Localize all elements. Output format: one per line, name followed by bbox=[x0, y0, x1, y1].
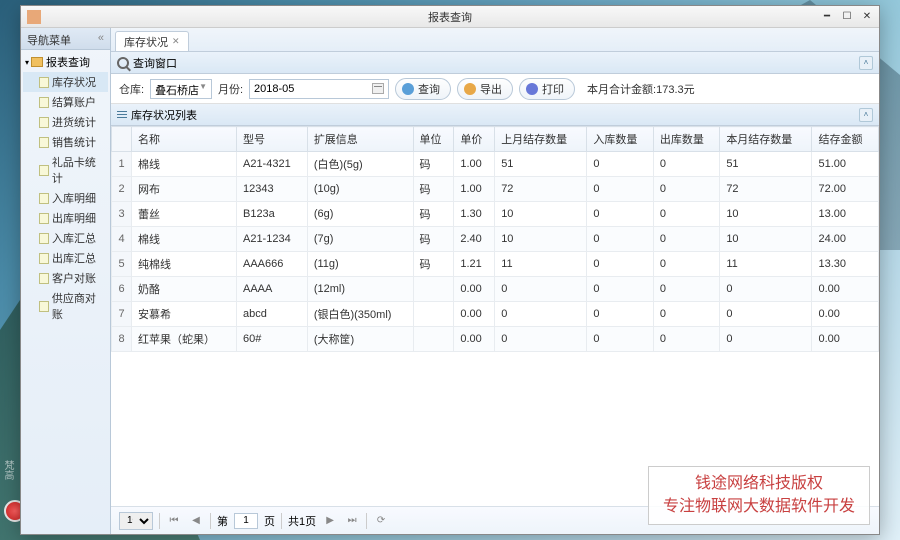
tab-label: 库存状况 bbox=[124, 34, 168, 50]
collapse-button[interactable]: ˄ bbox=[859, 56, 873, 70]
data-grid: 名称型号扩展信息单位单价上月结存数量入库数量出库数量本月结存数量结存金额1棉线A… bbox=[111, 126, 879, 506]
file-icon bbox=[39, 253, 49, 264]
sidebar-item-6[interactable]: 出库明细 bbox=[23, 208, 108, 228]
pager-label-post: 页 bbox=[264, 513, 275, 529]
watermark-line2: 专注物联网大数据软件开发 bbox=[663, 496, 855, 518]
file-icon bbox=[39, 273, 49, 284]
tab-bar: 库存状况 ✕ bbox=[111, 28, 879, 52]
file-icon bbox=[39, 97, 49, 108]
file-icon bbox=[39, 77, 49, 88]
column-header[interactable]: 出库数量 bbox=[653, 127, 719, 152]
print-button[interactable]: 打印 bbox=[519, 78, 575, 100]
titlebar: 报表查询 ━ ☐ ✕ bbox=[21, 6, 879, 28]
window-title: 报表查询 bbox=[428, 9, 472, 25]
pager-next[interactable]: ▶ bbox=[322, 513, 338, 529]
sidebar-item-1[interactable]: 结算账户 bbox=[23, 92, 108, 112]
folder-icon bbox=[31, 57, 43, 67]
pager-refresh[interactable]: ⟳ bbox=[373, 513, 389, 529]
sidebar-item-3[interactable]: 销售统计 bbox=[23, 132, 108, 152]
list-icon bbox=[117, 111, 127, 119]
sidebar-item-4[interactable]: 礼品卡统计 bbox=[23, 152, 108, 188]
query-panel-title: 查询窗口 bbox=[133, 55, 177, 71]
column-header[interactable]: 单位 bbox=[413, 127, 454, 152]
column-header[interactable]: 单价 bbox=[454, 127, 495, 152]
pager-page-input[interactable] bbox=[234, 513, 258, 529]
export-button[interactable]: 导出 bbox=[457, 78, 513, 100]
file-icon bbox=[39, 233, 49, 244]
tab-close-icon[interactable]: ✕ bbox=[172, 36, 180, 47]
main-area: 库存状况 ✕ 查询窗口 ˄ 仓库: 叠石桥店 ▼ 月份: 2018-05 查询 … bbox=[111, 28, 879, 534]
file-icon bbox=[39, 301, 49, 312]
search-icon bbox=[117, 57, 129, 69]
table-row[interactable]: 3蕾丝B123a(6g)码1.3010001013.00 bbox=[112, 202, 879, 227]
bg-artist-text: 梵高 bbox=[0, 460, 15, 480]
table-row[interactable]: 6奶酪AAAA(12ml)0.0000000.00 bbox=[112, 277, 879, 302]
column-header[interactable]: 入库数量 bbox=[587, 127, 653, 152]
grid-collapse-button[interactable]: ˄ bbox=[859, 108, 873, 122]
table-row[interactable]: 5纯棉线AAA666(11g)码1.2111001113.30 bbox=[112, 252, 879, 277]
column-header[interactable]: 型号 bbox=[236, 127, 307, 152]
warehouse-select[interactable]: 叠石桥店 ▼ bbox=[150, 79, 212, 99]
month-label: 月份: bbox=[218, 81, 243, 97]
tab-inventory[interactable]: 库存状况 ✕ bbox=[115, 31, 189, 51]
pager-total: 共1页 bbox=[288, 513, 316, 529]
close-button[interactable]: ✕ bbox=[859, 10, 875, 24]
sidebar-header-label: 导航菜单 bbox=[27, 35, 71, 47]
sidebar-item-7[interactable]: 入库汇总 bbox=[23, 228, 108, 248]
sidebar-item-8[interactable]: 出库汇总 bbox=[23, 248, 108, 268]
page-size-select[interactable]: 10 bbox=[119, 512, 153, 530]
sidebar-item-9[interactable]: 客户对账 bbox=[23, 268, 108, 288]
watermark-line1: 钱途网络科技版权 bbox=[663, 473, 855, 495]
maximize-button[interactable]: ☐ bbox=[839, 10, 855, 24]
toolbar: 仓库: 叠石桥店 ▼ 月份: 2018-05 查询 导出 打印 本月合计金额:1… bbox=[111, 74, 879, 104]
sidebar-item-5[interactable]: 入库明细 bbox=[23, 188, 108, 208]
table-row[interactable]: 2网布12343(10g)码1.0072007272.00 bbox=[112, 177, 879, 202]
warehouse-label: 仓库: bbox=[119, 81, 144, 97]
magnifier-icon bbox=[402, 83, 414, 95]
sidebar-item-2[interactable]: 进货统计 bbox=[23, 112, 108, 132]
pager-label-pre: 第 bbox=[217, 513, 228, 529]
column-header[interactable]: 结存金额 bbox=[812, 127, 879, 152]
sidebar-item-0[interactable]: 库存状况 bbox=[23, 72, 108, 92]
search-button[interactable]: 查询 bbox=[395, 78, 451, 100]
sidebar-header: 导航菜单 « bbox=[21, 28, 110, 50]
sidebar: 导航菜单 « ▾报表查询库存状况结算账户进货统计销售统计礼品卡统计入库明细出库明… bbox=[21, 28, 111, 534]
export-icon bbox=[464, 83, 476, 95]
file-icon bbox=[39, 117, 49, 128]
grid-panel-header: 库存状况列表 ˄ bbox=[111, 104, 879, 126]
table-row[interactable]: 7安慕希abcd(银白色)(350ml)0.0000000.00 bbox=[112, 302, 879, 327]
pager-prev[interactable]: ◀ bbox=[188, 513, 204, 529]
pager-first[interactable]: ⏮ bbox=[166, 513, 182, 529]
main-window: 报表查询 ━ ☐ ✕ 导航菜单 « ▾报表查询库存状况结算账户进货统计销售统计礼… bbox=[20, 5, 880, 535]
print-icon bbox=[526, 83, 538, 95]
file-icon bbox=[39, 193, 49, 204]
column-header[interactable]: 本月结存数量 bbox=[720, 127, 812, 152]
month-picker[interactable]: 2018-05 bbox=[249, 79, 389, 99]
file-icon bbox=[39, 137, 49, 148]
file-icon bbox=[39, 165, 49, 176]
minimize-button[interactable]: ━ bbox=[819, 10, 835, 24]
table-row[interactable]: 1棉线A21-4321(白色)(5g)码1.0051005151.00 bbox=[112, 152, 879, 177]
pager-last[interactable]: ⏭ bbox=[344, 513, 360, 529]
sidebar-item-10[interactable]: 供应商对账 bbox=[23, 288, 108, 324]
watermark: 钱途网络科技版权 专注物联网大数据软件开发 bbox=[648, 466, 870, 525]
app-icon bbox=[27, 10, 41, 24]
column-header[interactable]: 名称 bbox=[132, 127, 237, 152]
calendar-icon bbox=[372, 83, 384, 94]
table-row[interactable]: 8红苹果（蛇果）60#(大称筐)0.0000000.00 bbox=[112, 327, 879, 352]
table-row[interactable]: 4棉线A21-1234(7g)码2.4010001024.00 bbox=[112, 227, 879, 252]
column-header[interactable]: 扩展信息 bbox=[307, 127, 413, 152]
summary-text: 本月合计金额:173.3元 bbox=[587, 81, 695, 97]
column-header[interactable]: 上月结存数量 bbox=[495, 127, 587, 152]
query-panel-header: 查询窗口 ˄ bbox=[111, 52, 879, 74]
file-icon bbox=[39, 213, 49, 224]
grid-title: 库存状况列表 bbox=[131, 110, 197, 122]
tree-folder-reports[interactable]: ▾报表查询 bbox=[23, 52, 108, 72]
